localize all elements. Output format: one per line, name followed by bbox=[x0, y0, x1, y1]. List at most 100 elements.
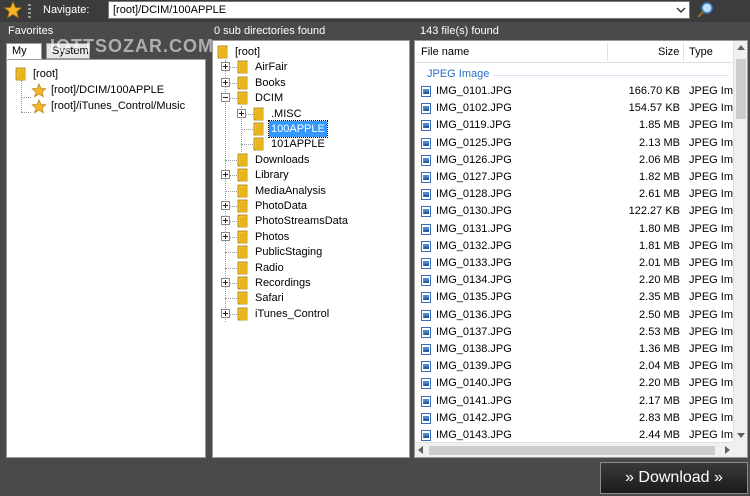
directory-item[interactable]: PhotoData bbox=[221, 198, 391, 214]
directory-item-label: Recordings bbox=[255, 277, 311, 289]
file-row[interactable]: IMG_0140.JPG 2.20 MB JPEG Ima bbox=[415, 375, 733, 392]
file-list[interactable]: File name Size Type JPEG Image IMG_0101.… bbox=[414, 40, 748, 458]
scroll-thumb[interactable] bbox=[429, 446, 715, 455]
directory-item[interactable]: iTunes_Control bbox=[221, 306, 391, 322]
file-row[interactable]: IMG_0138.JPG 1.36 MB JPEG Ima bbox=[415, 341, 733, 358]
file-row[interactable]: IMG_0142.JPG 2.83 MB JPEG Ima bbox=[415, 410, 733, 427]
favorites-root-label: [root] bbox=[33, 68, 59, 80]
expand-plus-icon[interactable] bbox=[221, 308, 230, 318]
scroll-down-icon[interactable] bbox=[737, 433, 745, 438]
directory-item[interactable]: 101APPLE bbox=[237, 136, 407, 152]
expand-plus-icon[interactable] bbox=[221, 62, 230, 72]
folder-icon bbox=[237, 76, 248, 90]
download-button[interactable]: » Download » bbox=[600, 462, 748, 494]
file-row[interactable]: IMG_0119.JPG 1.85 MB JPEG Ima bbox=[415, 117, 733, 134]
scroll-left-icon[interactable] bbox=[418, 446, 423, 454]
file-row[interactable]: IMG_0130.JPG 122.27 KB JPEG Ima bbox=[415, 203, 733, 220]
file-row[interactable]: IMG_0102.JPG 154.57 KB JPEG Ima bbox=[415, 100, 733, 117]
column-divider[interactable] bbox=[607, 43, 608, 61]
jpeg-file-icon bbox=[421, 361, 431, 373]
directory-item-label: MediaAnalysis bbox=[255, 184, 326, 197]
directory-item[interactable]: 100APPLE bbox=[237, 120, 407, 138]
scroll-up-icon[interactable] bbox=[737, 45, 745, 50]
file-row[interactable]: IMG_0132.JPG 1.81 MB JPEG Ima bbox=[415, 238, 733, 255]
chevron-down-icon[interactable] bbox=[676, 4, 686, 16]
favorites-star-icon[interactable] bbox=[3, 0, 23, 19]
file-row[interactable]: IMG_0131.JPG 1.80 MB JPEG Ima bbox=[415, 221, 733, 238]
directory-tree[interactable]: [root] AirFair Books DCIM .MISC 100APPLE 101AP… bbox=[212, 40, 410, 458]
folder-icon bbox=[237, 153, 248, 167]
file-row[interactable]: IMG_0134.JPG 2.20 MB JPEG Ima bbox=[415, 272, 733, 289]
file-row[interactable]: IMG_0133.JPG 2.01 MB JPEG Ima bbox=[415, 255, 733, 272]
column-divider[interactable] bbox=[683, 43, 684, 61]
directory-item[interactable]: Safari bbox=[221, 290, 391, 306]
directory-item[interactable]: .MISC bbox=[237, 106, 407, 122]
file-name: IMG_0102.JPG bbox=[436, 102, 512, 115]
expand-plus-icon[interactable] bbox=[221, 278, 230, 287]
column-size[interactable]: Size bbox=[658, 46, 679, 58]
collapse-minus-icon[interactable] bbox=[221, 93, 230, 103]
file-row[interactable]: IMG_0139.JPG 2.04 MB JPEG Ima bbox=[415, 358, 733, 375]
folder-icon bbox=[253, 107, 264, 121]
jpeg-file-icon bbox=[421, 120, 431, 132]
expand-plus-icon[interactable] bbox=[221, 216, 230, 226]
top-toolbar: Navigate: [root]/DCIM/100APPLE bbox=[0, 0, 750, 22]
vertical-scrollbar[interactable] bbox=[733, 41, 747, 442]
file-size: 2.20 MB bbox=[639, 274, 680, 287]
directory-item[interactable]: DCIM bbox=[221, 90, 391, 106]
jpeg-file-icon bbox=[421, 240, 431, 252]
file-size: 1.80 MB bbox=[639, 222, 680, 235]
expand-plus-icon[interactable] bbox=[221, 201, 230, 210]
directory-item[interactable]: MediaAnalysis bbox=[221, 183, 391, 199]
navigate-path-input[interactable]: [root]/DCIM/100APPLE bbox=[108, 1, 690, 19]
directory-item-label: Safari bbox=[255, 292, 284, 305]
file-row[interactable]: IMG_0125.JPG 2.13 MB JPEG Ima bbox=[415, 135, 733, 152]
favorite-item[interactable]: [root]/iTunes_Control/Music bbox=[31, 98, 201, 114]
column-file-name[interactable]: File name bbox=[421, 46, 469, 58]
file-row[interactable]: IMG_0101.JPG 166.70 KB JPEG Ima bbox=[415, 83, 733, 100]
favorites-root-item[interactable]: [root] bbox=[15, 66, 195, 82]
favorite-item-label: [root]/DCIM/100APPLE bbox=[51, 84, 165, 96]
file-name: IMG_0139.JPG bbox=[436, 360, 512, 373]
scroll-right-icon[interactable] bbox=[725, 446, 730, 454]
favorite-item[interactable]: [root]/DCIM/100APPLE bbox=[31, 82, 201, 98]
toolbar-grip[interactable] bbox=[28, 4, 31, 18]
expand-plus-icon[interactable] bbox=[221, 231, 230, 241]
group-header[interactable]: JPEG Image bbox=[427, 68, 489, 80]
directory-root-item[interactable]: [root] bbox=[217, 44, 397, 60]
file-size: 2.20 MB bbox=[639, 377, 680, 390]
column-type[interactable]: Type bbox=[689, 46, 713, 58]
directory-item[interactable]: Radio bbox=[221, 260, 391, 276]
file-row[interactable]: IMG_0135.JPG 2.35 MB JPEG Ima bbox=[415, 289, 733, 306]
go-search-icon[interactable] bbox=[696, 1, 714, 19]
directory-item[interactable]: Downloads bbox=[221, 152, 391, 168]
directory-item[interactable]: PhotoStreamsData bbox=[221, 213, 391, 229]
file-row[interactable]: IMG_0128.JPG 2.61 MB JPEG Ima bbox=[415, 186, 733, 203]
directory-item[interactable]: Books bbox=[221, 75, 391, 91]
folder-icon bbox=[237, 291, 248, 305]
directory-item[interactable]: Recordings bbox=[221, 275, 391, 291]
tab-my[interactable]: My bbox=[6, 43, 42, 59]
directory-item[interactable]: Library bbox=[221, 167, 391, 183]
file-name: IMG_0126.JPG bbox=[436, 153, 512, 166]
directory-item[interactable]: Photos bbox=[221, 229, 391, 245]
file-row[interactable]: IMG_0136.JPG 2.50 MB JPEG Ima bbox=[415, 307, 733, 324]
expand-plus-icon[interactable] bbox=[237, 108, 246, 118]
file-row[interactable]: IMG_0137.JPG 2.53 MB JPEG Ima bbox=[415, 324, 733, 341]
jpeg-file-icon bbox=[421, 275, 431, 287]
scroll-thumb[interactable] bbox=[736, 59, 746, 119]
file-row[interactable]: IMG_0127.JPG 1.82 MB JPEG Ima bbox=[415, 169, 733, 186]
directory-item[interactable]: AirFair bbox=[221, 59, 391, 75]
file-row[interactable]: IMG_0126.JPG 2.06 MB JPEG Ima bbox=[415, 152, 733, 169]
expand-plus-icon[interactable] bbox=[221, 77, 230, 87]
file-list-header: File name Size Type bbox=[415, 41, 733, 63]
directories-heading: 0 sub directories found bbox=[214, 25, 326, 37]
expand-plus-icon[interactable] bbox=[221, 170, 230, 180]
file-row[interactable]: IMG_0141.JPG 2.17 MB JPEG Ima bbox=[415, 393, 733, 410]
file-type: JPEG Ima bbox=[689, 205, 733, 218]
directory-item[interactable]: PublicStaging bbox=[221, 244, 391, 260]
file-type: JPEG Ima bbox=[689, 102, 733, 115]
tab-system[interactable]: System bbox=[46, 43, 90, 59]
favorites-tree[interactable]: [root] [root]/DCIM/100APPLE [root]/iTune… bbox=[6, 59, 206, 458]
horizontal-scrollbar[interactable] bbox=[415, 442, 733, 457]
